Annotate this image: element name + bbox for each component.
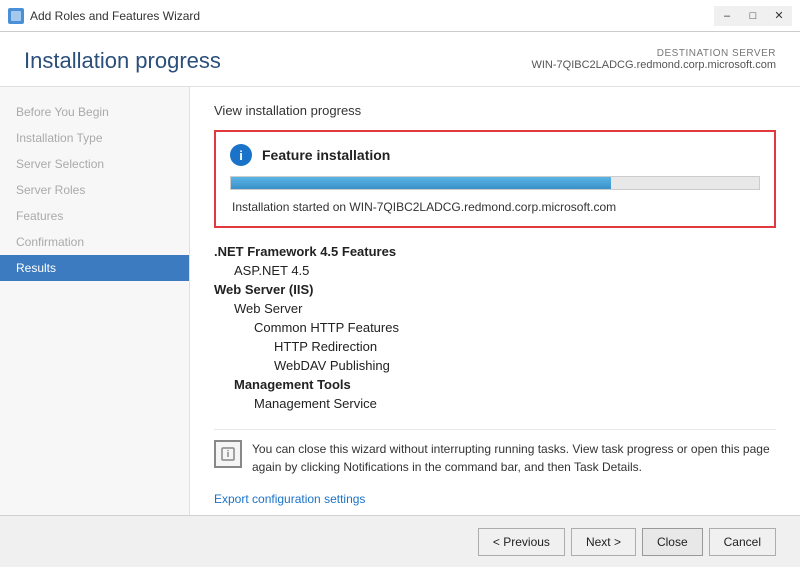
wizard-header-title: Installation progress bbox=[24, 48, 221, 74]
list-item: ASP.NET 4.5 bbox=[214, 261, 776, 280]
sidebar-item-features: Features bbox=[0, 203, 189, 229]
content-area: View installation progress i Feature ins… bbox=[190, 87, 800, 515]
sidebar-item-installation-type: Installation Type bbox=[0, 125, 189, 151]
list-item: Management Tools bbox=[214, 375, 776, 394]
sidebar-item-server-selection: Server Selection bbox=[0, 151, 189, 177]
info-notice: You can close this wizard without interr… bbox=[214, 429, 776, 486]
list-item: Web Server bbox=[214, 299, 776, 318]
feature-list: .NET Framework 4.5 Features ASP.NET 4.5 … bbox=[214, 242, 776, 413]
minimize-button[interactable]: – bbox=[714, 6, 740, 26]
close-window-button[interactable]: ✕ bbox=[766, 6, 792, 26]
notice-text: You can close this wizard without interr… bbox=[252, 440, 776, 476]
maximize-button[interactable]: □ bbox=[740, 6, 766, 26]
feature-install-box: i Feature installation Installation star… bbox=[214, 130, 776, 228]
install-status-text: Installation started on WIN-7QIBC2LADCG.… bbox=[230, 200, 760, 214]
progress-bar-container bbox=[230, 176, 760, 190]
next-button[interactable]: Next > bbox=[571, 528, 636, 556]
list-item: Management Service bbox=[214, 394, 776, 413]
wizard-body: Before You Begin Installation Type Serve… bbox=[0, 87, 800, 515]
feature-install-title: Feature installation bbox=[262, 147, 390, 163]
title-bar-left: Add Roles and Features Wizard bbox=[8, 8, 200, 24]
previous-button[interactable]: < Previous bbox=[478, 528, 565, 556]
title-bar-controls: – □ ✕ bbox=[714, 6, 792, 26]
sidebar: Before You Begin Installation Type Serve… bbox=[0, 87, 190, 515]
sidebar-item-results[interactable]: Results bbox=[0, 255, 189, 281]
wizard-footer: < Previous Next > Close Cancel bbox=[0, 515, 800, 567]
cancel-button[interactable]: Cancel bbox=[709, 528, 776, 556]
wizard-header: Installation progress DESTINATION SERVER… bbox=[0, 32, 800, 87]
info-icon: i bbox=[230, 144, 252, 166]
dest-server-label: DESTINATION SERVER bbox=[531, 48, 776, 59]
progress-bar-fill bbox=[231, 177, 611, 189]
list-item: WebDAV Publishing bbox=[214, 356, 776, 375]
notice-text-content: You can close this wizard without interr… bbox=[252, 442, 770, 474]
wizard-container: Installation progress DESTINATION SERVER… bbox=[0, 32, 800, 567]
export-link[interactable]: Export configuration settings bbox=[214, 492, 365, 506]
notice-icon bbox=[214, 440, 242, 468]
close-button[interactable]: Close bbox=[642, 528, 703, 556]
destination-server-info: DESTINATION SERVER WIN-7QIBC2LADCG.redmo… bbox=[531, 48, 776, 71]
list-item: HTTP Redirection bbox=[214, 337, 776, 356]
list-item: Common HTTP Features bbox=[214, 318, 776, 337]
list-item: .NET Framework 4.5 Features bbox=[214, 242, 776, 261]
title-bar: Add Roles and Features Wizard – □ ✕ bbox=[0, 0, 800, 32]
list-item: Web Server (IIS) bbox=[214, 280, 776, 299]
sidebar-item-server-roles: Server Roles bbox=[0, 177, 189, 203]
feature-install-header: i Feature installation bbox=[230, 144, 760, 166]
title-bar-title: Add Roles and Features Wizard bbox=[30, 9, 200, 23]
content-subtitle: View installation progress bbox=[214, 103, 776, 118]
wizard-icon bbox=[8, 8, 24, 24]
sidebar-item-confirmation: Confirmation bbox=[0, 229, 189, 255]
sidebar-item-before-you-begin: Before You Begin bbox=[0, 99, 189, 125]
dest-server-name: WIN-7QIBC2LADCG.redmond.corp.microsoft.c… bbox=[531, 59, 776, 71]
